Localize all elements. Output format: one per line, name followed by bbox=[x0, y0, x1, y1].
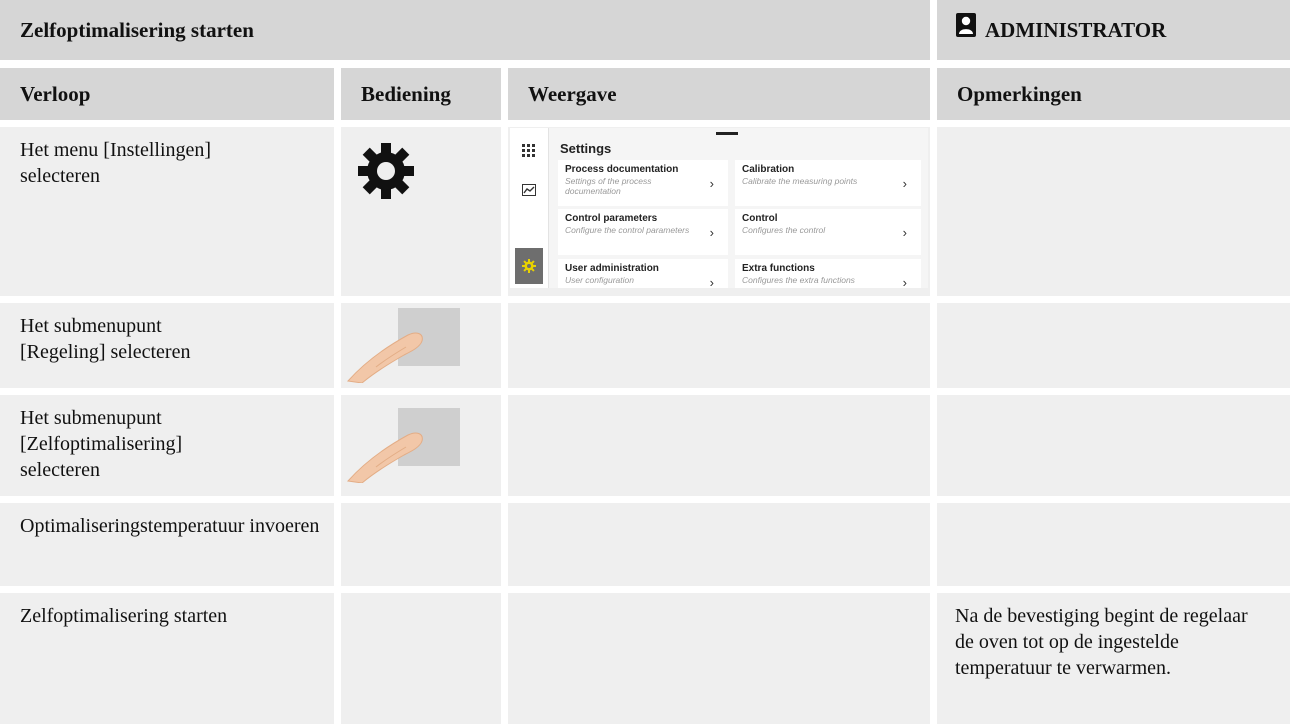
chart-icon[interactable] bbox=[522, 184, 536, 199]
finger-tap-icon bbox=[347, 308, 460, 383]
settings-nav-active[interactable] bbox=[515, 248, 543, 284]
row4-opmerkingen bbox=[937, 503, 1290, 586]
table-title: Zelfoptimalisering starten bbox=[0, 0, 930, 60]
card-control-parameters[interactable]: Control parameters Configure the control… bbox=[558, 209, 728, 255]
card-extra-functions[interactable]: Extra functions Configures the extra fun… bbox=[735, 259, 921, 288]
row2-bediening bbox=[341, 303, 501, 388]
gear-icon bbox=[358, 143, 414, 199]
row5-opmerkingen: Na de bevestiging begint de regelaar de … bbox=[937, 593, 1290, 724]
card-control[interactable]: Control Configures the control › bbox=[735, 209, 921, 255]
chevron-right-icon: › bbox=[709, 176, 714, 191]
settings-title: Settings bbox=[560, 141, 612, 156]
card-user-administration[interactable]: User administration User configuration › bbox=[558, 259, 728, 288]
card-process-documentation[interactable]: Process documentation Settings of the pr… bbox=[558, 160, 728, 206]
role-cell: ADMINISTRATOR bbox=[937, 0, 1290, 60]
row3-opmerkingen bbox=[937, 395, 1290, 496]
finger-tap-icon bbox=[347, 408, 460, 483]
role-label: ADMINISTRATOR bbox=[985, 17, 1167, 42]
person-icon bbox=[956, 13, 976, 37]
column-header-weergave: Weergave bbox=[508, 68, 930, 120]
row5-bediening bbox=[341, 593, 501, 724]
row4-verloop: Optimaliseringstemperatuur invoeren bbox=[0, 503, 334, 586]
row3-weergave bbox=[508, 395, 930, 496]
card-calibration[interactable]: Calibration Calibrate the measuring poin… bbox=[735, 160, 921, 206]
chevron-right-icon: › bbox=[709, 225, 714, 240]
column-header-bediening: Bediening bbox=[341, 68, 501, 120]
row2-verloop: Het submenupunt [Regeling] selecteren bbox=[0, 303, 334, 388]
notch bbox=[716, 132, 738, 135]
row1-bediening bbox=[341, 127, 501, 296]
chevron-right-icon: › bbox=[902, 176, 907, 191]
row2-opmerkingen bbox=[937, 303, 1290, 388]
chevron-right-icon: › bbox=[902, 275, 907, 288]
row1-opmerkingen bbox=[937, 127, 1290, 296]
column-header-opmerkingen: Opmerkingen bbox=[937, 68, 1290, 120]
column-header-verloop: Verloop bbox=[0, 68, 334, 120]
instruction-table: Zelfoptimalisering starten ADMINISTRATOR… bbox=[0, 0, 1290, 724]
chevron-right-icon: › bbox=[902, 225, 907, 240]
row5-weergave bbox=[508, 593, 930, 724]
chevron-right-icon: › bbox=[709, 275, 714, 288]
grid-icon[interactable] bbox=[522, 144, 536, 161]
row1-verloop: Het menu [Instellingen] selecteren bbox=[0, 127, 334, 296]
row2-weergave bbox=[508, 303, 930, 388]
page-title: Zelfoptimalisering starten bbox=[20, 17, 254, 42]
settings-screenshot: Settings Process documentation Settings … bbox=[510, 128, 928, 288]
row4-weergave bbox=[508, 503, 930, 586]
row4-bediening bbox=[341, 503, 501, 586]
nav-rail bbox=[510, 128, 549, 288]
row5-verloop: Zelfoptimalisering starten bbox=[0, 593, 334, 724]
row3-verloop: Het submenupunt [Zelfoptimalisering] sel… bbox=[0, 395, 334, 496]
gear-icon bbox=[522, 259, 536, 273]
row3-bediening bbox=[341, 395, 501, 496]
